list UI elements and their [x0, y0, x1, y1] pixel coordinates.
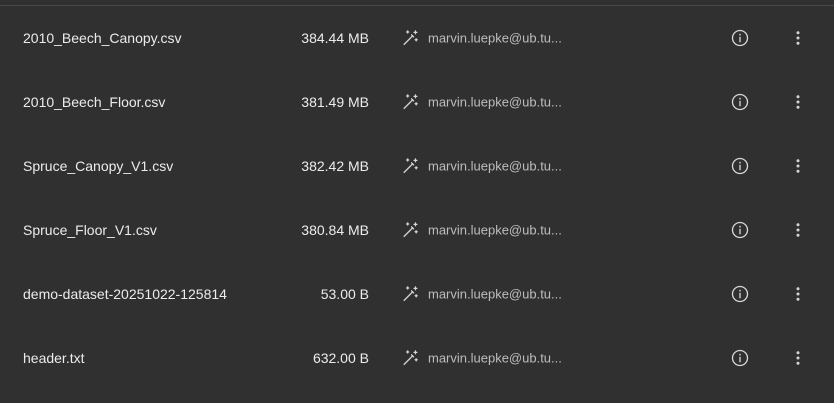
more-vert-icon[interactable]: [789, 285, 807, 303]
file-name[interactable]: demo-dataset-20251022-125814: [23, 286, 227, 302]
file-owner: marvin.luepke@ub.tu...: [402, 158, 562, 175]
file-name[interactable]: 2010_Beech_Floor.csv: [23, 94, 165, 110]
more-vert-icon[interactable]: [789, 29, 807, 47]
file-owner: marvin.luepke@ub.tu...: [402, 30, 562, 47]
file-size: 381.49 MB: [301, 94, 369, 110]
file-size: 382.42 MB: [301, 158, 369, 174]
owner-email: marvin.luepke@ub.tu...: [428, 94, 562, 110]
file-name[interactable]: Spruce_Floor_V1.csv: [23, 222, 157, 238]
file-owner: marvin.luepke@ub.tu...: [402, 350, 562, 367]
owner-email: marvin.luepke@ub.tu...: [428, 222, 562, 238]
owner-email: marvin.luepke@ub.tu...: [428, 350, 562, 366]
info-circle-icon[interactable]: [731, 221, 749, 239]
file-owner: marvin.luepke@ub.tu...: [402, 286, 562, 303]
file-name[interactable]: header.txt: [23, 350, 85, 366]
file-size: 632.00 B: [312, 350, 369, 366]
info-circle-icon[interactable]: [731, 29, 749, 47]
file-owner: marvin.luepke@ub.tu...: [402, 222, 562, 239]
owner-email: marvin.luepke@ub.tu...: [428, 286, 562, 302]
owner-email: marvin.luepke@ub.tu...: [428, 30, 562, 46]
file-size: 53.00 B: [320, 286, 369, 302]
file-row[interactable]: 2010_Beech_Canopy.csv 384.44 MB marvin.l…: [0, 6, 834, 70]
magic-wand-icon: [403, 30, 418, 46]
file-name[interactable]: Spruce_Canopy_V1.csv: [23, 158, 173, 174]
magic-wand-icon: [403, 286, 418, 302]
file-size: 380.84 MB: [301, 222, 369, 238]
info-circle-icon[interactable]: [731, 285, 749, 303]
more-vert-icon[interactable]: [789, 93, 807, 111]
file-owner: marvin.luepke@ub.tu...: [402, 94, 562, 111]
more-vert-icon[interactable]: [789, 349, 807, 367]
more-vert-icon[interactable]: [789, 157, 807, 175]
info-circle-icon[interactable]: [731, 349, 749, 367]
file-name[interactable]: 2010_Beech_Canopy.csv: [23, 30, 182, 46]
info-circle-icon[interactable]: [731, 157, 749, 175]
more-vert-icon[interactable]: [789, 221, 807, 239]
magic-wand-icon: [403, 222, 418, 238]
file-list: 2010_Beech_Canopy.csv 384.44 MB marvin.l…: [0, 0, 834, 403]
magic-wand-icon: [403, 158, 418, 174]
file-size: 384.44 MB: [301, 30, 369, 46]
file-row[interactable]: Spruce_Canopy_V1.csv 382.42 MB marvin.lu…: [0, 134, 834, 198]
owner-email: marvin.luepke@ub.tu...: [428, 158, 562, 174]
file-row[interactable]: demo-dataset-20251022-125814 53.00 B mar…: [0, 262, 834, 326]
file-row[interactable]: Spruce_Floor_V1.csv 380.84 MB marvin.lue…: [0, 198, 834, 262]
info-circle-icon[interactable]: [731, 93, 749, 111]
magic-wand-icon: [403, 94, 418, 110]
file-row[interactable]: 2010_Beech_Floor.csv 381.49 MB marvin.lu…: [0, 70, 834, 134]
magic-wand-icon: [403, 350, 418, 366]
file-row[interactable]: header.txt 632.00 B marvin.luepke@ub.tu.…: [0, 326, 834, 390]
